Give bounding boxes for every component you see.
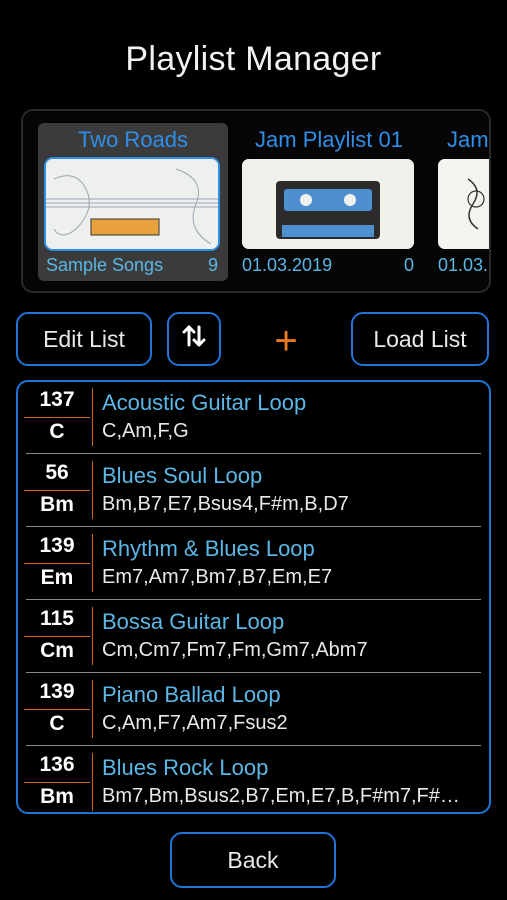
divider xyxy=(24,782,90,783)
list-item[interactable]: 136 Bm Blues Rock Loop Bm7,Bm,Bsus2,B7,E… xyxy=(18,747,489,812)
add-loop-button[interactable]: + xyxy=(266,321,306,362)
playlist-card-title: Jam Playlist 01 xyxy=(255,127,403,152)
tempo-value: 139 xyxy=(39,680,75,703)
tempo-value: 136 xyxy=(39,753,75,776)
loop-name: Blues Rock Loop xyxy=(102,755,269,780)
tempo-value: 56 xyxy=(45,461,69,484)
key-value: C xyxy=(49,712,65,735)
divider xyxy=(24,490,90,491)
sketch-artwork xyxy=(438,159,489,249)
divider xyxy=(92,388,93,446)
divider xyxy=(92,753,93,811)
playlist-card-subtitle: 01.03.2019 xyxy=(242,255,333,275)
loop-name: Piano Ballad Loop xyxy=(102,682,281,707)
list-item[interactable]: 56 Bm Blues Soul Loop Bm,B7,E7,Bsus4,F#m… xyxy=(18,455,489,527)
key-value: Em xyxy=(40,566,74,589)
playlist-card-count: 0 xyxy=(403,255,414,275)
loop-name: Acoustic Guitar Loop xyxy=(102,390,307,415)
key-value: Bm xyxy=(40,493,74,516)
playlist-card-title: Jam xyxy=(447,127,489,152)
playlist-carousel[interactable]: Two Roads Sample Songs 9 Jam Playlist 01 xyxy=(21,109,491,293)
playlist-card-jam-playlist-01[interactable]: Jam Playlist 01 01.03.2019 0 xyxy=(234,123,424,281)
chord-progression: C,Am,F7,Am7,Fsus2 xyxy=(102,712,288,734)
chord-progression: Em7,Am7,Bm7,B7,Em,E7 xyxy=(102,566,333,588)
playlist-card-subtitle: Sample Songs xyxy=(46,255,164,275)
key-value: Cm xyxy=(40,639,74,662)
page-title: Playlist Manager xyxy=(125,40,382,78)
playlist-card-subtitle: 01.03.2 xyxy=(438,255,489,275)
playlist-card-jam[interactable]: Jam 01.03.2 xyxy=(430,123,489,281)
sort-button[interactable] xyxy=(167,312,221,366)
chord-progression: Bm,B7,E7,Bsus4,F#m,B,D7 xyxy=(102,493,349,515)
row-separator xyxy=(26,745,481,746)
chord-progression: C,Am,F,G xyxy=(102,420,189,442)
divider xyxy=(24,417,90,418)
loop-name: Rhythm & Blues Loop xyxy=(102,536,315,561)
loop-name: Blues Soul Loop xyxy=(102,463,263,488)
row-separator xyxy=(26,599,481,600)
key-value: Bm xyxy=(40,785,74,808)
chord-progression: Bm7,Bm,Bsus2,B7,Em,E7,B,F#m7,F#… xyxy=(102,785,460,807)
edit-list-button[interactable]: Edit List xyxy=(16,312,152,366)
two-roads-music-artwork xyxy=(46,159,218,249)
cassette-artwork xyxy=(242,159,414,249)
divider xyxy=(24,709,90,710)
divider xyxy=(24,563,90,564)
divider xyxy=(24,636,90,637)
back-button[interactable]: Back xyxy=(170,832,336,888)
key-value: C xyxy=(49,420,65,443)
playlist-card-title: Two Roads xyxy=(77,127,189,152)
list-item[interactable]: 115 Cm Bossa Guitar Loop Cm,Cm7,Fm7,Fm,G… xyxy=(18,601,489,673)
sort-arrows-icon xyxy=(181,323,207,355)
playlist-card-count: 9 xyxy=(207,255,218,275)
list-item[interactable]: 139 C Piano Ballad Loop C,Am,F7,Am7,Fsus… xyxy=(18,674,489,746)
row-separator xyxy=(26,453,481,454)
row-separator xyxy=(26,672,481,673)
loop-name: Bossa Guitar Loop xyxy=(102,609,285,634)
chord-progression: Cm,Cm7,Fm7,Fm,Gm7,Abm7 xyxy=(102,639,368,661)
tempo-value: 115 xyxy=(40,607,74,630)
divider xyxy=(92,461,93,519)
divider xyxy=(92,607,93,665)
divider xyxy=(92,534,93,592)
row-separator xyxy=(26,526,481,527)
list-item[interactable]: 139 Em Rhythm & Blues Loop Em7,Am7,Bm7,B… xyxy=(18,528,489,600)
list-item[interactable]: 137 C Acoustic Guitar Loop C,Am,F,G xyxy=(18,382,489,454)
load-list-button[interactable]: Load List xyxy=(351,312,489,366)
loop-list[interactable]: 137 C Acoustic Guitar Loop C,Am,F,G 56 B… xyxy=(16,380,491,814)
tempo-value: 139 xyxy=(39,534,75,557)
tempo-value: 137 xyxy=(39,388,75,411)
playlist-card-two-roads[interactable]: Two Roads Sample Songs 9 xyxy=(38,123,228,281)
divider xyxy=(92,680,93,738)
